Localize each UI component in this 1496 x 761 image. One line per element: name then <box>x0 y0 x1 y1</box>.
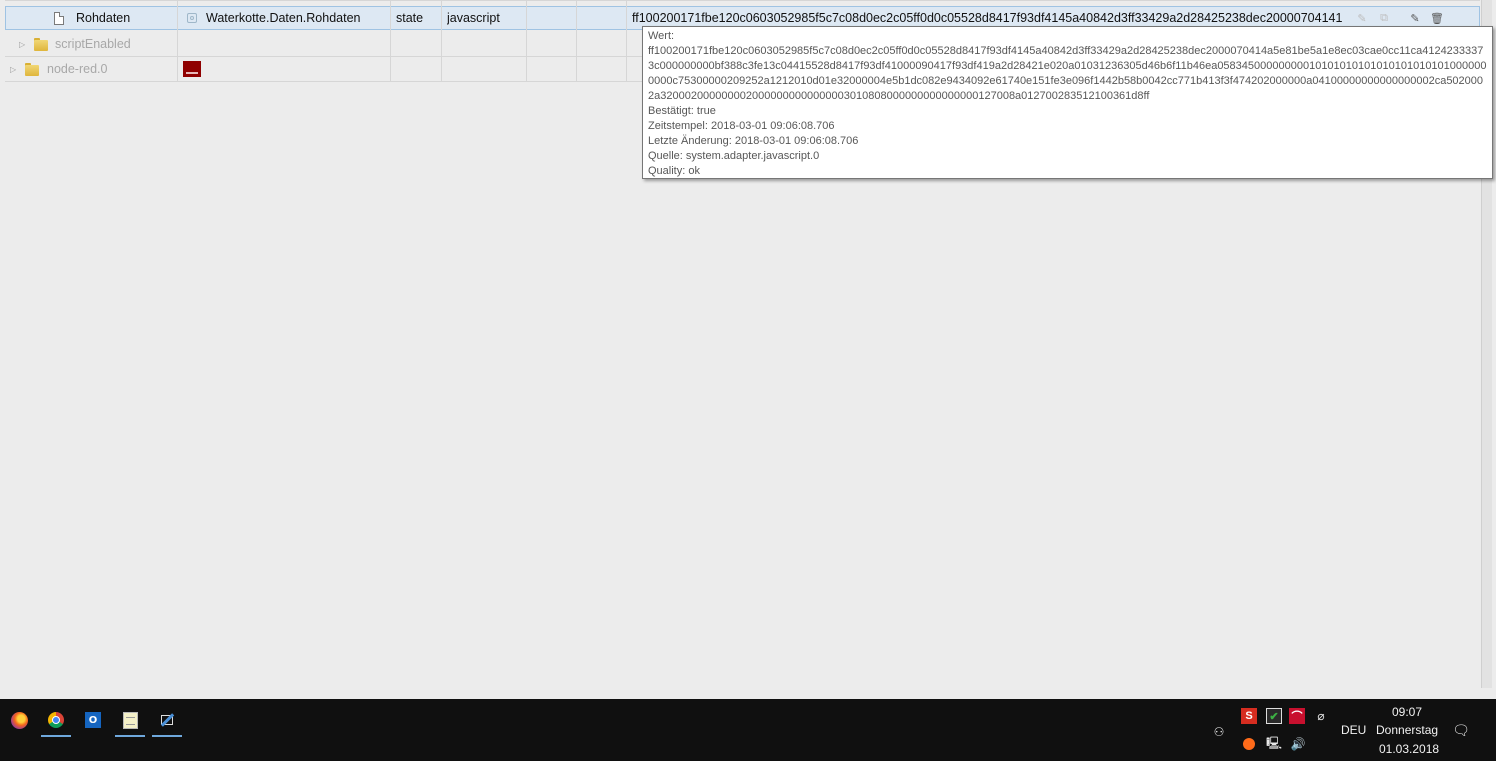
clock-date[interactable]: 01.03.2018 <box>1379 742 1439 756</box>
column-divider <box>441 0 442 82</box>
notepad-icon[interactable] <box>115 705 145 737</box>
tooltip-quality: Quality: ok <box>648 165 700 177</box>
column-divider <box>390 0 391 82</box>
tray-antivirus-icon[interactable]: ⌒ <box>1288 707 1306 725</box>
tooltip-wert-label: Wert: <box>648 30 675 42</box>
tooltip-last-change: Letzte Änderung: 2018-03-01 09:06:08.706 <box>648 135 859 147</box>
tooltip-timestamp: Zeitstempel: 2018-03-01 09:06:08.706 <box>648 120 835 132</box>
row-cut-off <box>5 0 1480 1</box>
object-name: Rohdaten <box>76 11 131 25</box>
tooltip-source: Quelle: system.adapter.javascript.0 <box>648 150 820 162</box>
delete-icon[interactable]: 🗑 <box>1428 10 1446 26</box>
clock-time[interactable]: 09:07 <box>1392 705 1422 719</box>
expand-arrow-icon[interactable]: ▷ <box>10 57 20 81</box>
clock-day[interactable]: Donnerstag <box>1376 723 1438 737</box>
column-divider <box>576 0 577 82</box>
language-indicator[interactable]: DEU <box>1341 723 1366 737</box>
people-icon[interactable]: ⚇ <box>1210 723 1228 741</box>
tray-app-red-s-icon[interactable]: S <box>1240 707 1258 725</box>
column-divider <box>526 0 527 82</box>
column-divider <box>177 0 178 82</box>
tray-update-icon[interactable] <box>1240 735 1258 753</box>
edit-object-icon[interactable]: ✎ <box>1406 10 1424 26</box>
state-icon <box>187 13 197 23</box>
chrome-icon[interactable] <box>41 705 71 737</box>
edit-value-icon[interactable]: ✎ <box>1353 10 1371 26</box>
volume-icon[interactable]: 🔊 <box>1289 735 1307 753</box>
value-tooltip: Wert: ff100200171fbe120c0603052985f5c7c0… <box>642 26 1493 179</box>
notification-icon[interactable]: 🗨 <box>1452 721 1470 739</box>
tray-shield-icon[interactable]: ✔ <box>1265 707 1283 725</box>
folder-name: node-red.0 <box>47 62 108 76</box>
object-id: Waterkotte.Daten.Rohdaten <box>206 11 361 25</box>
tooltip-wert-value: ff100200171fbe120c0603052985f5c7c08d0ec2… <box>648 45 1487 102</box>
taskbar: O S ✔ ⌒ ⌀ ⚇ 🖳 🔊 DEU 09:07 Donnerstag 01.… <box>0 699 1496 761</box>
tool-icon[interactable] <box>152 705 182 737</box>
folder-name: scriptEnabled <box>55 37 131 51</box>
copy-icon[interactable]: ⧉ <box>1375 10 1393 26</box>
node-red-logo <box>183 61 201 77</box>
column-divider <box>626 0 627 82</box>
object-browser: Rohdaten Waterkotte.Daten.Rohdaten state… <box>0 0 1496 699</box>
object-role: javascript <box>447 11 500 25</box>
folder-icon <box>25 62 39 76</box>
tray-satellite-icon[interactable]: ⌀ <box>1312 707 1330 725</box>
firefox-icon[interactable] <box>4 705 34 735</box>
outlook-icon[interactable]: O <box>78 705 108 735</box>
document-icon <box>54 11 64 25</box>
tooltip-confirmed: Bestätigt: true <box>648 105 716 117</box>
expand-arrow-icon[interactable]: ▷ <box>19 32 29 56</box>
object-type: state <box>396 11 424 25</box>
folder-icon <box>34 37 48 51</box>
network-icon[interactable]: 🖳 <box>1265 735 1283 753</box>
